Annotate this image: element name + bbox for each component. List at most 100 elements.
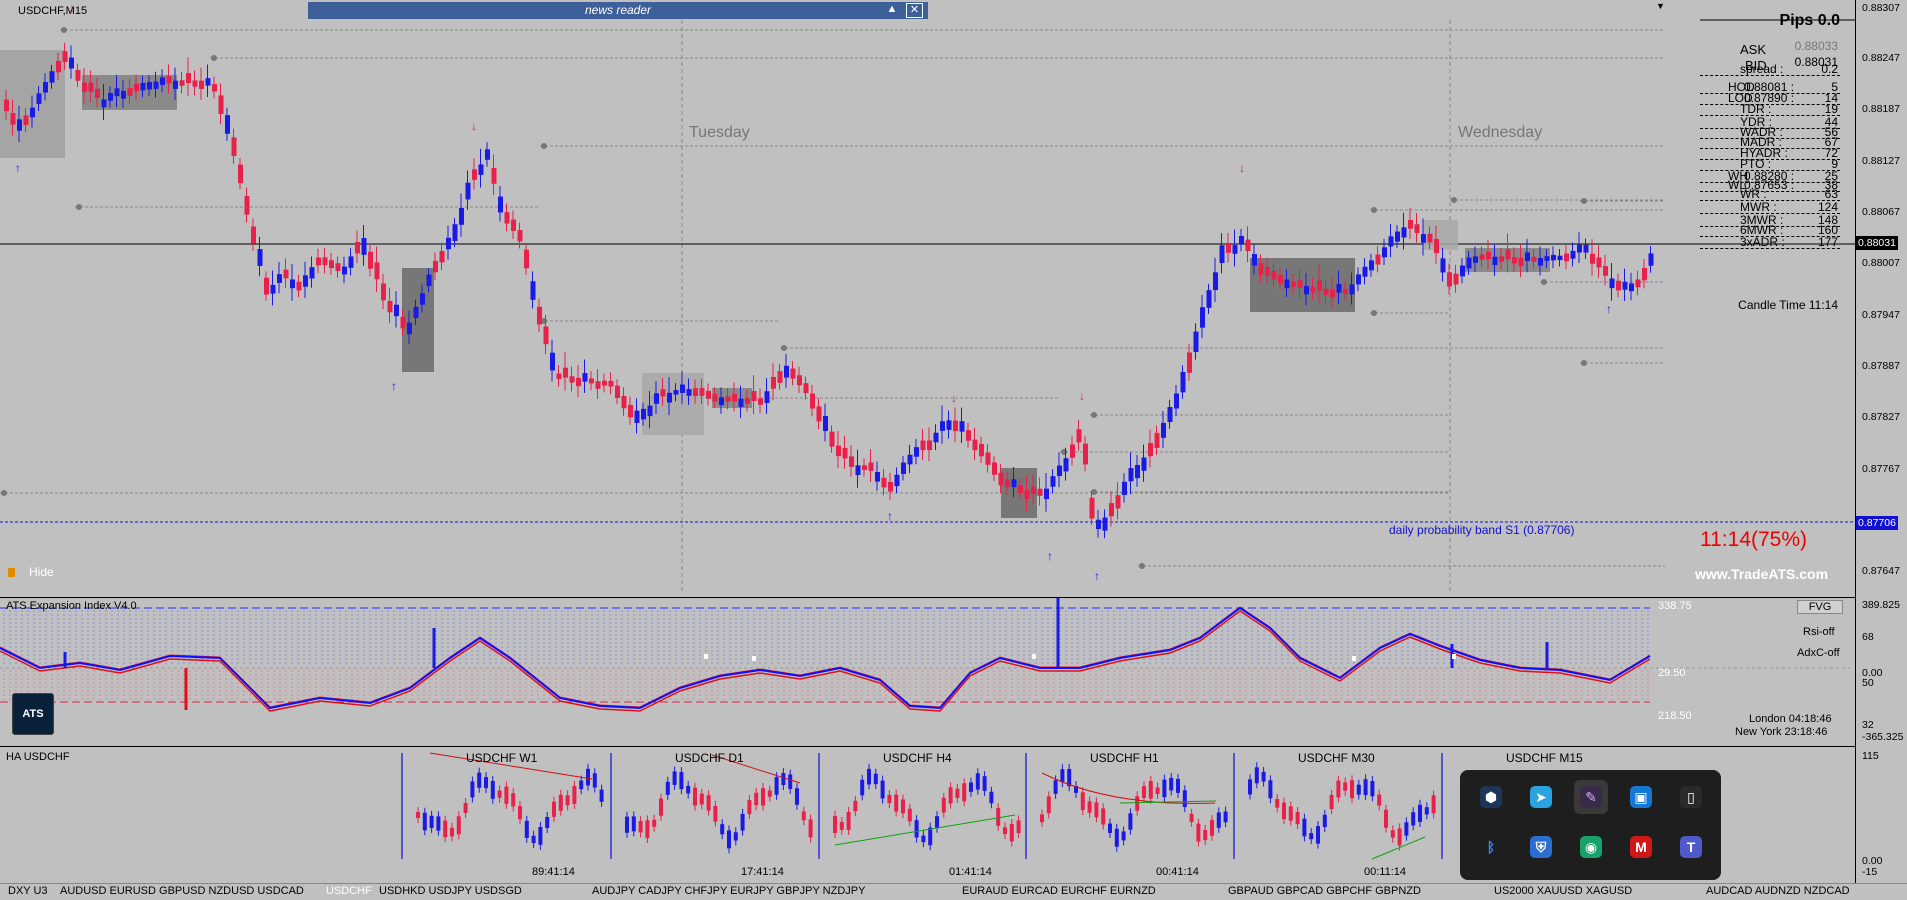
bluetooth-icon[interactable]: ᛒ [1474,830,1508,864]
ha-bull-candle [774,777,779,795]
ha-bull-candle [599,789,604,802]
bull-candle [485,149,490,160]
blue-window-icon[interactable]: ▣ [1624,780,1658,814]
symbol-group[interactable]: AUDJPY CADJPY CHFJPY EURJPY GBPJPY NZDJP… [592,885,865,897]
expansion-index-svg [0,598,1850,712]
bear-candle [563,367,568,378]
feather-icon[interactable]: ✎ [1574,780,1608,814]
ha-bull-candle [625,816,629,833]
symbol-active[interactable]: USDCHF [326,885,372,897]
signal-line-red [0,610,1651,712]
bear-candle [1089,497,1095,519]
symbol-group[interactable]: GBPAUD GBPCAD GBPCHF GBPNZD [1228,885,1421,897]
triangle-up-icon[interactable]: ▲ [884,2,900,17]
mcafee-icon[interactable]: M [1624,830,1658,864]
level-218: 218.50 [1658,710,1692,722]
ha-title: HA USDCHF [6,751,70,763]
symbol-group[interactable]: US2000 XAUUSD XAGUSD [1494,885,1632,897]
symbol-group[interactable]: EURAUD EURCAD EURCHF EURNZD [962,885,1156,897]
bear-candle [127,88,133,96]
ha-bull-candle [524,820,529,838]
bear-candle [868,462,874,471]
ha-bear-candle [456,816,461,835]
ha-bull-candle [592,773,597,788]
ha-bear-candle [565,795,570,806]
signal-marker [752,656,756,661]
fvg-button[interactable]: FVG [1797,600,1843,614]
chart-menu-arrow-icon[interactable]: ▼ [1656,1,1665,11]
bear-candle [231,137,237,157]
bull-candle [121,90,126,99]
ha-bear-candle [1377,794,1382,806]
bull-candle [49,71,55,83]
price-tick: 0.87647 [1862,565,1900,577]
bear-candle [439,250,445,263]
rsi-toggle[interactable]: Rsi-off [1803,626,1835,638]
bull-candle [1395,231,1400,242]
bull-candle [30,107,35,118]
bull-candle [1167,407,1173,423]
level-dot [1,490,7,496]
symbol-group[interactable]: DXY U3 [8,885,48,897]
close-icon[interactable]: ✕ [906,3,923,18]
bear-candle [1031,486,1036,495]
level-dot [1061,449,1067,455]
bull-candle [1057,465,1062,477]
bull-candle [738,398,744,407]
bear-candle [88,82,94,92]
ha-bear-candle [833,816,837,833]
level-dot [1581,198,1587,204]
bear-candle [758,398,763,405]
website: www.TradeATS.com [1695,566,1829,582]
bull-candle [342,266,347,275]
symbol-group[interactable]: AUDCAD AUDNZD NZDCAD [1706,885,1850,897]
indicator-tick: 32 [1862,719,1874,731]
level-dot [1139,563,1145,569]
ha-bear-candle [846,811,851,830]
green-app-icon[interactable]: ◉ [1574,830,1608,864]
ha-bear-candle [901,799,905,814]
bear-candle [212,84,217,92]
main-chart[interactable]: ↑ ↑ ↑ ↑ ↑ ↑ ↓ ↓ ↓ ↓ ↓ [0,0,1855,593]
usb-drive-icon[interactable]: ▯ [1674,780,1708,814]
app-hex-icon[interactable]: ⬢ [1474,780,1508,814]
bear-candle [56,60,61,73]
symbol-group[interactable]: USDHKD USDJPY USDSGD [379,885,522,897]
ha-bull-candle [1182,790,1187,808]
ha-bull-candle [788,774,793,789]
bear-candle [706,390,711,399]
defender-icon[interactable]: ⛨ [1524,830,1558,864]
telegram-icon[interactable]: ➤ [1524,780,1558,814]
ha-bull-candle [1370,781,1375,797]
ha-tick: 115 [1862,750,1879,762]
ha-bull-candle [538,826,543,845]
ha-bull-candle [928,827,933,846]
bear-candle [712,393,718,402]
ha-bear-candle [962,783,967,802]
bear-candle [803,383,809,394]
ha-bear-candle [801,811,806,821]
bear-candle [238,164,243,184]
bull-candle [17,119,22,131]
teams-icon[interactable]: T [1674,830,1708,864]
bear-candle [329,260,334,269]
indicator-panel[interactable] [0,597,1855,745]
hide-toggle[interactable]: Hide [8,565,54,579]
ha-bull-candle [1176,778,1180,793]
bear-candle [595,381,601,389]
bear-candle [1076,429,1082,443]
ha-bull-candle [531,835,536,844]
bear-candle [602,380,607,386]
news-reader-bar[interactable]: news reader [308,2,928,19]
adx-toggle[interactable]: AdxC-off [1797,647,1840,659]
pips-label: Pips 0.0 [1779,12,1840,29]
ha-bull-candle [477,772,482,788]
bear-candle [1226,244,1231,253]
expansion-line-blue [0,606,1651,710]
bear-candle [881,477,887,488]
bull-candle [1609,278,1615,289]
symbol-group[interactable]: AUDUSD EURUSD GBPUSD NZDUSD USDCAD [60,885,304,897]
frame-timer: 00:41:14 [1156,866,1199,878]
signal-line-red2 [0,606,1651,708]
ha-bear-candle [1329,794,1334,810]
